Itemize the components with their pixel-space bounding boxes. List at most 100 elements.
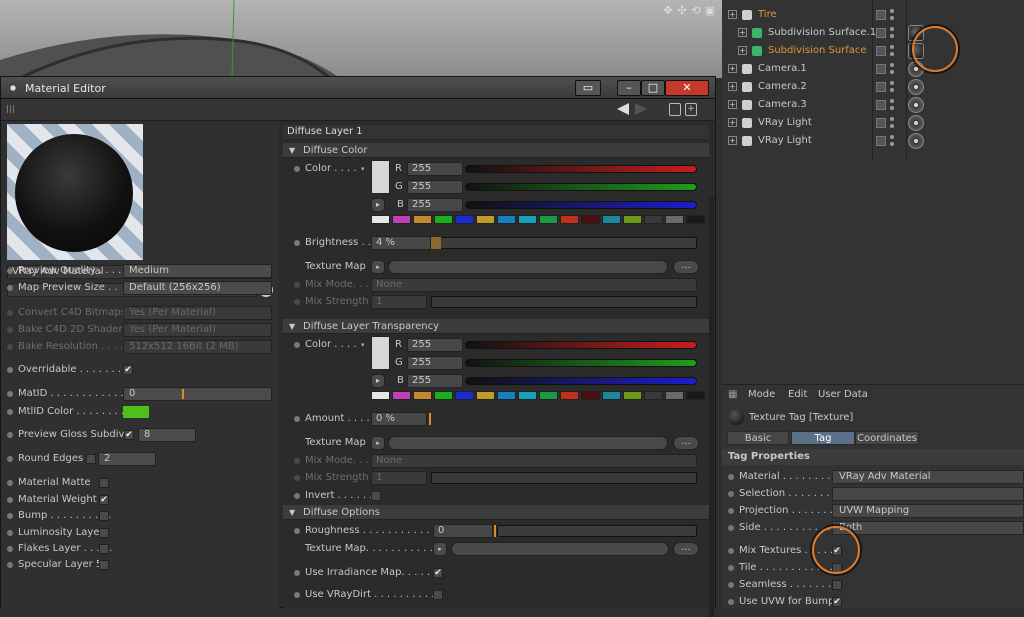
title-bar[interactable]: Material Editor ▭ – □ ✕ (1, 77, 715, 99)
attribute-field[interactable]: UVW Mapping (832, 504, 1024, 518)
close-button[interactable]: ✕ (665, 80, 709, 96)
color-preset-swatch[interactable] (686, 391, 705, 400)
setting-checkbox[interactable] (99, 511, 109, 521)
animate-dot[interactable] (7, 480, 13, 486)
channel-mode-icon[interactable]: ▸ (371, 198, 385, 212)
color-preset-swatch[interactable] (665, 391, 684, 400)
setting-dropdown[interactable]: Yes (Per Material) (123, 323, 272, 337)
animate-dot[interactable] (294, 475, 300, 481)
diffuse-texture-arrow[interactable]: ▸ (371, 260, 385, 274)
object-manager[interactable]: + Tire + Subdivision Surface.1 + Subdivision … (722, 0, 1024, 384)
invert-checkbox[interactable] (371, 491, 381, 501)
diffuse-color-g-field[interactable]: 255 (407, 180, 463, 194)
brightness-slider[interactable] (431, 237, 697, 249)
layer-swatch[interactable] (876, 28, 886, 38)
diffuse-color-b-slider[interactable] (465, 201, 697, 209)
transparency-section[interactable]: ▼ Diffuse Layer Transparency (283, 319, 709, 334)
setting-dropdown[interactable]: 512x512 16Bit (2 MB) (123, 340, 272, 354)
check-icon[interactable] (898, 27, 906, 39)
object-row[interactable]: + Subdivision Surface.1 (722, 24, 1024, 42)
visibility-dots[interactable] (890, 9, 894, 21)
animate-dot[interactable] (7, 530, 13, 536)
menu-mode[interactable]: Mode (748, 389, 775, 400)
roughness-texture-arrow[interactable]: ▸ (433, 542, 447, 556)
color-preset-swatch[interactable] (392, 215, 411, 224)
diffuse-color-r-slider[interactable] (465, 165, 697, 173)
layer-swatch[interactable] (876, 10, 886, 20)
color-preset-swatch[interactable] (581, 391, 600, 400)
roughness-texture-slot[interactable] (451, 542, 669, 556)
setting-checkbox[interactable] (99, 560, 109, 570)
color-preset-swatch[interactable] (560, 215, 579, 224)
color-preset-swatch[interactable] (539, 391, 558, 400)
animate-dot[interactable] (294, 592, 300, 598)
animate-dot[interactable] (7, 367, 13, 373)
animate-dot[interactable] (7, 546, 13, 552)
object-name[interactable]: Camera.1 (758, 60, 807, 78)
animate-dot[interactable] (7, 310, 13, 316)
attribute-field[interactable]: VRay Adv Material (832, 470, 1024, 484)
setting-dropdown[interactable]: Yes (Per Material) (123, 306, 272, 320)
animate-dot[interactable] (294, 546, 300, 552)
animate-dot[interactable] (7, 456, 13, 462)
color-preset-swatch[interactable] (476, 391, 495, 400)
collapse-arrow-icon[interactable]: ▼ (289, 505, 295, 520)
tab-basic[interactable]: Basic (727, 431, 789, 445)
lock-icon[interactable] (669, 103, 681, 116)
color-preset-swatch[interactable] (413, 215, 432, 224)
diffuse-color-b-field[interactable]: 255 (407, 198, 463, 212)
transparency-color-g-field[interactable]: 255 (407, 356, 463, 370)
object-row[interactable]: + Subdivision Surface (722, 42, 1024, 60)
setting-checkbox[interactable] (99, 528, 109, 538)
roughness-texture-browse-button[interactable]: ... (673, 542, 699, 556)
vraydirt-checkbox[interactable] (433, 590, 443, 600)
expand-icon[interactable]: + (738, 46, 747, 55)
tab-tag[interactable]: Tag (791, 431, 855, 445)
object-row[interactable]: + VRay Light (722, 114, 1024, 132)
check-icon[interactable] (898, 45, 906, 57)
object-row[interactable]: + Tire (722, 6, 1024, 24)
animate-dot[interactable] (7, 391, 13, 397)
transparency-mix-strength-field[interactable]: 1 (371, 471, 427, 485)
transparency-color-b-slider[interactable] (465, 377, 697, 385)
roughness-slider[interactable] (497, 525, 697, 537)
color-preset-swatch[interactable] (539, 215, 558, 224)
animate-dot[interactable] (7, 432, 13, 438)
diffuse-options-section[interactable]: ▼ Diffuse Options (283, 505, 709, 520)
animate-dot[interactable] (294, 528, 300, 534)
setting-dropdown[interactable]: Default (256x256) (123, 281, 272, 295)
roughness-field[interactable]: 0 (433, 524, 493, 538)
back-arrow-icon[interactable] (617, 103, 629, 115)
transparency-texture-arrow[interactable]: ▸ (371, 436, 385, 450)
animate-dot[interactable] (294, 570, 300, 576)
diffuse-mix-mode-dropdown[interactable]: None (371, 278, 697, 292)
animate-dot[interactable] (7, 409, 13, 415)
animate-dot[interactable] (728, 548, 734, 554)
color-preset-swatch[interactable] (644, 215, 663, 224)
transparency-texture-slot[interactable] (388, 436, 668, 450)
animate-dot[interactable] (294, 458, 300, 464)
color-preset-swatch[interactable] (686, 215, 705, 224)
color-preset-swatch[interactable] (413, 391, 432, 400)
color-preset-swatch[interactable] (455, 391, 474, 400)
rotate-icon[interactable]: ⟲ (690, 5, 702, 17)
attribute-field[interactable] (832, 487, 1024, 501)
transparency-mix-strength-slider[interactable] (431, 472, 697, 484)
brightness-field[interactable]: 4 % (371, 236, 431, 250)
viewport[interactable]: ✥ ✣ ⟲ ▣ (0, 0, 722, 78)
diffuse-color-section[interactable]: ▼ Diffuse Color (283, 143, 709, 158)
attribute-field[interactable]: Both (832, 521, 1024, 535)
animate-dot[interactable] (7, 513, 13, 519)
color-preset-swatch[interactable] (497, 215, 516, 224)
matid-field[interactable]: 0 (123, 387, 272, 401)
color-preset-swatch[interactable] (518, 215, 537, 224)
animate-dot[interactable] (728, 491, 734, 497)
target-tag-icon[interactable] (908, 79, 924, 95)
color-preset-swatch[interactable] (623, 391, 642, 400)
object-name[interactable]: Subdivision Surface.1 (768, 24, 876, 42)
layer-swatch[interactable] (876, 118, 886, 128)
cross-icon[interactable] (898, 117, 906, 129)
attribute-checkbox[interactable]: ✔ (832, 597, 842, 607)
drag-handle-icon[interactable] (7, 105, 15, 113)
visibility-dots[interactable] (890, 27, 894, 39)
